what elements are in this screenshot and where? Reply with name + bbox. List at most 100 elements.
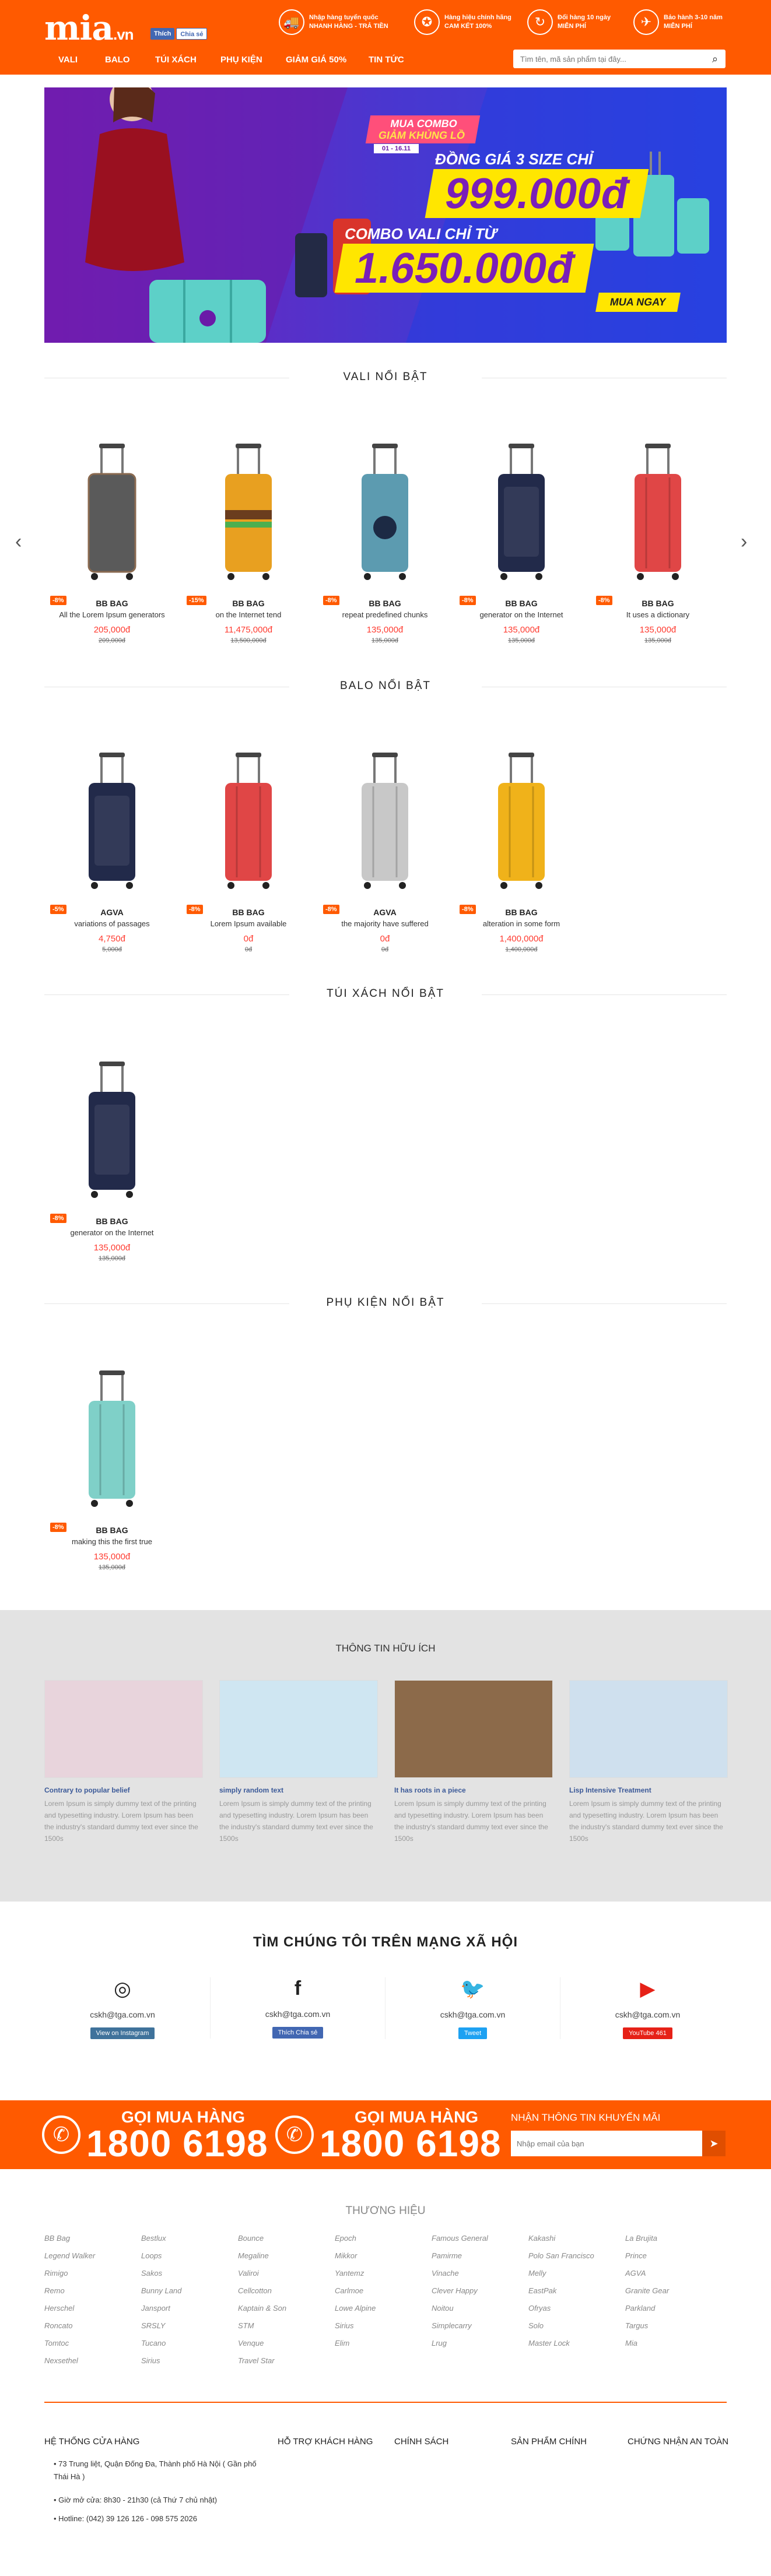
news-card[interactable]: simply random text Lorem Ipsum is simply … xyxy=(219,1680,378,1844)
footer-heading[interactable]: HỖ TRỢ KHÁCH HÀNG xyxy=(278,2437,373,2447)
brand-link[interactable]: Clever Happy xyxy=(432,2286,525,2304)
product-image[interactable] xyxy=(48,1367,176,1513)
brand-link[interactable]: Kakashi xyxy=(528,2234,622,2251)
brand-link[interactable]: Targus xyxy=(625,2321,719,2339)
product-name[interactable]: alteration in some form xyxy=(457,919,586,928)
brand-link[interactable]: Prince xyxy=(625,2251,719,2269)
instagram-button[interactable]: View on Instagram xyxy=(90,2027,155,2039)
news-card-title[interactable]: Contrary to popular belief xyxy=(44,1786,203,1794)
youtube-icon[interactable]: ▶ xyxy=(560,1977,735,2001)
product-card[interactable]: -8% BB BAG It uses a dictionary 135,000đ 135… xyxy=(594,440,722,644)
brand-link[interactable]: Pamirme xyxy=(432,2251,525,2269)
nav-vali[interactable]: VALI xyxy=(58,55,78,65)
brand-link[interactable]: Solo xyxy=(528,2321,622,2339)
brand-link[interactable]: Legend Walker xyxy=(44,2251,138,2269)
news-image[interactable] xyxy=(219,1680,378,1778)
brand-link[interactable]: Tomtoc xyxy=(44,2339,138,2356)
product-card[interactable]: -8% BB BAG alteration in some form 1,400,00… xyxy=(457,749,586,953)
brand-link[interactable]: Cellcotton xyxy=(238,2286,331,2304)
brand-link[interactable]: Melly xyxy=(528,2269,622,2286)
brand-link[interactable]: Polo San Francisco xyxy=(528,2251,622,2269)
news-image[interactable] xyxy=(44,1680,203,1778)
brand-link[interactable]: Simplecarry xyxy=(432,2321,525,2339)
brand-link[interactable]: Remo xyxy=(44,2286,138,2304)
site-logo[interactable]: mia.vn xyxy=(44,8,134,48)
promo-banner[interactable]: MUA COMBO GIẢM KHỦNG LỒ 01 - 16.11 ĐỒNG G… xyxy=(44,87,727,343)
product-image[interactable] xyxy=(594,440,722,586)
carousel-prev-icon[interactable]: ‹ xyxy=(15,530,22,553)
buy-now-button[interactable]: MUA NGAY xyxy=(595,293,681,312)
news-card[interactable]: Lisp Intensive Treatment Lorem Ipsum is s… xyxy=(569,1680,728,1844)
product-name[interactable]: on the Internet tend xyxy=(184,610,313,619)
news-card-title[interactable]: It has roots in a piece xyxy=(394,1786,553,1794)
brand-link[interactable]: Ofryas xyxy=(528,2304,622,2321)
fb-share-button[interactable]: Chia sẻ xyxy=(176,28,208,40)
brand-link[interactable]: Herschel xyxy=(44,2304,138,2321)
product-image[interactable] xyxy=(184,749,313,895)
search-icon[interactable]: ⌕ xyxy=(705,53,726,65)
news-image[interactable] xyxy=(569,1680,728,1778)
brand-link[interactable]: Vinache xyxy=(432,2269,525,2286)
brand-link[interactable]: Megaline xyxy=(238,2251,331,2269)
twitter-icon[interactable]: 🐦 xyxy=(386,1977,560,2001)
news-card-title[interactable]: simply random text xyxy=(219,1786,378,1794)
brand-link[interactable]: Carlmoe xyxy=(335,2286,428,2304)
brand-link[interactable]: Granite Gear xyxy=(625,2286,719,2304)
footer-heading[interactable]: SẢN PHẨM CHÍNH xyxy=(511,2437,587,2447)
brand-link[interactable]: BB Bag xyxy=(44,2234,138,2251)
product-name[interactable]: repeat predefined chunks xyxy=(321,610,449,619)
product-name[interactable]: variations of passages xyxy=(48,919,176,928)
carousel-next-icon[interactable]: › xyxy=(741,530,747,553)
brand-link[interactable]: Yantemz xyxy=(335,2269,428,2286)
hotline-block[interactable]: ✆ GỌI MUA HÀNG 1800 6198 xyxy=(42,2108,268,2162)
brand-link[interactable]: Master Lock xyxy=(528,2339,622,2356)
product-image[interactable] xyxy=(457,440,586,586)
product-card[interactable]: -8% BB BAG generator on the Internet 135,00… xyxy=(457,440,586,644)
brand-link[interactable]: Roncato xyxy=(44,2321,138,2339)
product-card[interactable]: -15% BB BAG on the Internet tend 11,475,000… xyxy=(184,440,313,644)
brand-link[interactable]: Noitou xyxy=(432,2304,525,2321)
footer-heading[interactable]: CHỨNG NHẬN AN TOÀN xyxy=(628,2437,728,2447)
product-image[interactable] xyxy=(321,749,449,895)
nav-tui-xach[interactable]: TÚI XÁCH xyxy=(155,55,197,65)
youtube-button[interactable]: YouTube 461 xyxy=(623,2027,672,2039)
facebook-button[interactable]: Thích Chia sẻ xyxy=(272,2027,324,2039)
product-card[interactable]: -8% BB BAG All the Lorem Ipsum generators 2… xyxy=(48,440,176,644)
nav-tin-tuc[interactable]: TIN TỨC xyxy=(369,55,404,65)
brand-link[interactable]: Epoch xyxy=(335,2234,428,2251)
brand-link[interactable]: Loops xyxy=(141,2251,234,2269)
instagram-icon[interactable]: ◎ xyxy=(35,1977,210,2001)
brand-link[interactable]: Mikkor xyxy=(335,2251,428,2269)
fb-like-button[interactable]: Thích xyxy=(150,28,175,40)
brand-link[interactable]: Parkland xyxy=(625,2304,719,2321)
nav-balo[interactable]: BALO xyxy=(105,55,130,65)
brand-link[interactable]: Mia xyxy=(625,2339,719,2356)
product-name[interactable]: making this the first true xyxy=(48,1537,176,1546)
brand-link[interactable]: Rimigo xyxy=(44,2269,138,2286)
brand-link[interactable]: Sirius xyxy=(335,2321,428,2339)
product-image[interactable] xyxy=(321,440,449,586)
product-card[interactable]: -8% BB BAG making this the first true 135,0… xyxy=(48,1367,176,1571)
brand-link[interactable]: Valiroi xyxy=(238,2269,331,2286)
brand-link[interactable]: AGVA xyxy=(625,2269,719,2286)
brand-link[interactable]: La Brujita xyxy=(625,2234,719,2251)
brand-link[interactable]: Sakos xyxy=(141,2269,234,2286)
brand-link[interactable]: SRSLY xyxy=(141,2321,234,2339)
brand-link[interactable]: Jansport xyxy=(141,2304,234,2321)
product-name[interactable]: generator on the Internet xyxy=(48,1228,176,1237)
product-name[interactable]: the majority have suffered xyxy=(321,919,449,928)
brand-link[interactable]: Famous General xyxy=(432,2234,525,2251)
tweet-button[interactable]: Tweet xyxy=(458,2027,488,2039)
brand-link[interactable]: Lrug xyxy=(432,2339,525,2356)
product-card[interactable]: -8% BB BAG generator on the Internet 135,00… xyxy=(48,1058,176,1262)
brand-link[interactable]: Travel Star xyxy=(238,2356,331,2374)
brand-link[interactable]: STM xyxy=(238,2321,331,2339)
product-name[interactable]: generator on the Internet xyxy=(457,610,586,619)
facebook-icon[interactable]: f xyxy=(211,1977,385,2000)
news-image[interactable] xyxy=(394,1680,553,1778)
product-image[interactable] xyxy=(48,1058,176,1204)
brand-link[interactable]: Tucano xyxy=(141,2339,234,2356)
product-image[interactable] xyxy=(457,749,586,895)
brand-link[interactable]: Nexsethel xyxy=(44,2356,138,2374)
news-card[interactable]: Contrary to popular belief Lorem Ipsum is… xyxy=(44,1680,203,1844)
